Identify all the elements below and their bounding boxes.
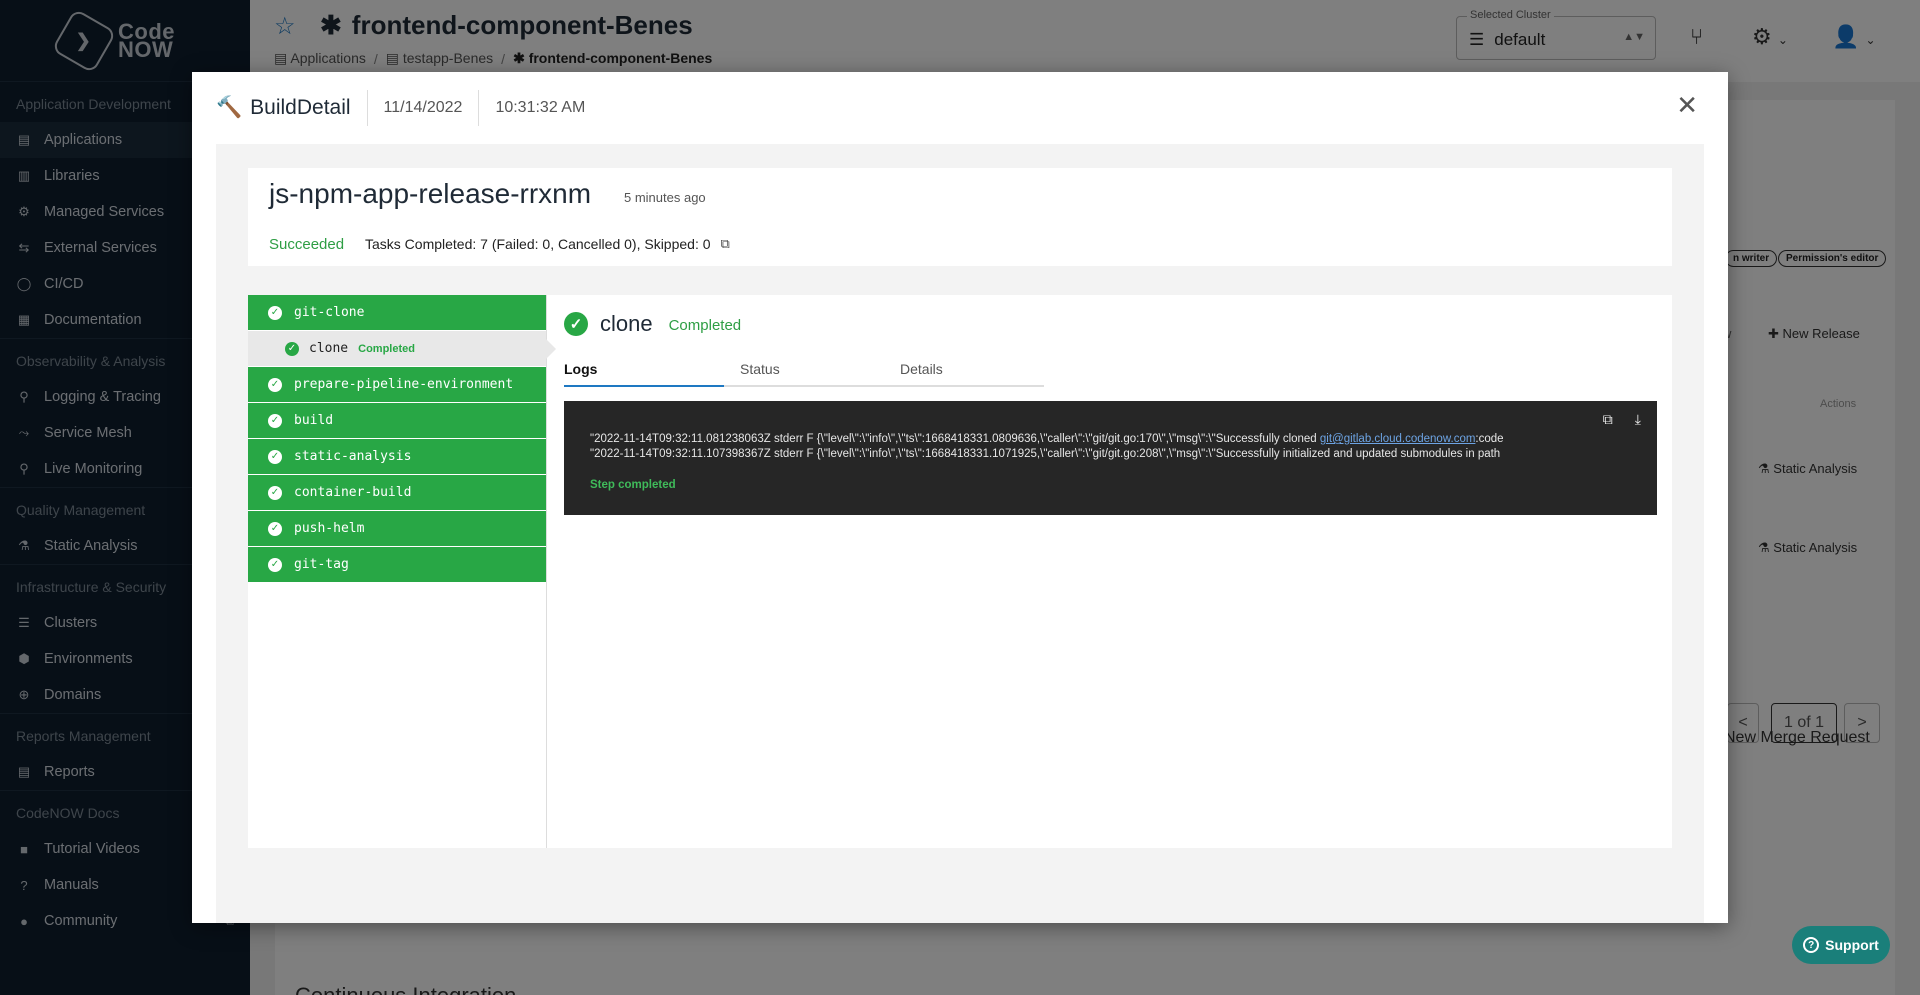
step-tabs: Logs Status Details <box>564 355 1044 387</box>
step-item[interactable]: ✓ prepare-pipeline-environment <box>248 367 546 403</box>
step-item[interactable]: ✓ static-analysis <box>248 439 546 475</box>
check-circle-icon: ✓ <box>564 312 588 336</box>
modal-body: js-npm-app-release-rrxnm 5 minutes ago S… <box>216 144 1704 923</box>
support-label: Support <box>1825 937 1879 953</box>
step-name: git-tag <box>294 557 349 572</box>
check-circle-icon: ✓ <box>285 341 299 356</box>
check-circle-icon: ✓ <box>268 449 282 464</box>
log-viewer: ⧉ ⤓ "2022-11-14T09:32:11.081238063Z stde… <box>564 401 1657 515</box>
close-icon[interactable]: ✕ <box>1676 90 1698 121</box>
tasks-summary: Tasks Completed: 7 (Failed: 0, Cancelled… <box>365 236 711 252</box>
hammer-icon: 🔨 <box>216 96 243 119</box>
run-name: js-npm-app-release-rrxnm <box>269 178 592 209</box>
build-time: 10:31:32 AM <box>495 99 586 116</box>
log-link[interactable]: git@gitlab.cloud.codenow.com <box>1320 433 1476 445</box>
run-status: Succeeded <box>269 236 345 253</box>
run-age: 5 minutes ago <box>624 190 706 205</box>
copy-icon[interactable]: ⧉ <box>721 236 730 252</box>
open-external-icon[interactable]: ⧉ <box>1603 411 1613 428</box>
step-detail: ✓ git-clone ✓ clone Completed ✓ prepare-pipeli… <box>248 295 1672 848</box>
modal-title: BuildDetail <box>250 96 351 119</box>
log-line: "2022-11-14T09:32:11.081238063Z stderr F… <box>590 433 1504 445</box>
step-item[interactable]: ✓ container-build <box>248 475 546 511</box>
help-icon: ? <box>1803 937 1820 953</box>
check-circle-icon: ✓ <box>268 485 282 500</box>
step-name: push-helm <box>294 521 365 536</box>
support-button[interactable]: ? Support <box>1792 926 1890 964</box>
tab-details[interactable]: Details <box>884 355 1044 385</box>
log-step-completed: Step completed <box>590 479 676 491</box>
step-name: prepare-pipeline-environment <box>294 377 514 392</box>
check-circle-icon: ✓ <box>268 413 282 428</box>
step-name: build <box>294 413 334 428</box>
step-item[interactable]: ✓ git-clone <box>248 295 546 331</box>
download-icon[interactable]: ⤓ <box>1635 411 1641 428</box>
tab-status[interactable]: Status <box>724 355 884 385</box>
check-circle-icon: ✓ <box>268 377 282 392</box>
build-date: 11/14/2022 <box>368 90 480 126</box>
log-line: "2022-11-14T09:32:11.107398367Z stderr F… <box>590 448 1501 460</box>
modal-header: 🔨 BuildDetail 11/14/2022 10:31:32 AM <box>192 72 1728 144</box>
step-name: clone <box>309 341 349 356</box>
check-circle-icon: ✓ <box>268 305 282 320</box>
step-list: ✓ git-clone ✓ clone Completed ✓ prepare-pipeli… <box>248 295 556 848</box>
step-status: Completed <box>358 342 415 355</box>
step-item[interactable]: ✓ build <box>248 403 546 439</box>
step-title: clone <box>600 311 653 336</box>
step-item[interactable]: ✓ push-helm <box>248 511 546 547</box>
substep-item[interactable]: ✓ clone Completed <box>248 331 556 367</box>
step-status: Completed <box>668 317 742 334</box>
step-name: static-analysis <box>294 449 412 464</box>
step-name: git-clone <box>294 305 365 320</box>
build-detail-modal: 🔨 BuildDetail 11/14/2022 10:31:32 AM ✕ j… <box>192 72 1728 923</box>
tab-logs[interactable]: Logs <box>564 355 724 387</box>
check-circle-icon: ✓ <box>268 557 282 572</box>
run-summary: js-npm-app-release-rrxnm 5 minutes ago S… <box>248 168 1672 266</box>
step-item[interactable]: ✓ git-tag <box>248 547 546 583</box>
check-circle-icon: ✓ <box>268 521 282 536</box>
step-pane: ✓ clone Completed Logs Status Details ⧉ … <box>564 295 1657 848</box>
step-name: container-build <box>294 485 412 500</box>
